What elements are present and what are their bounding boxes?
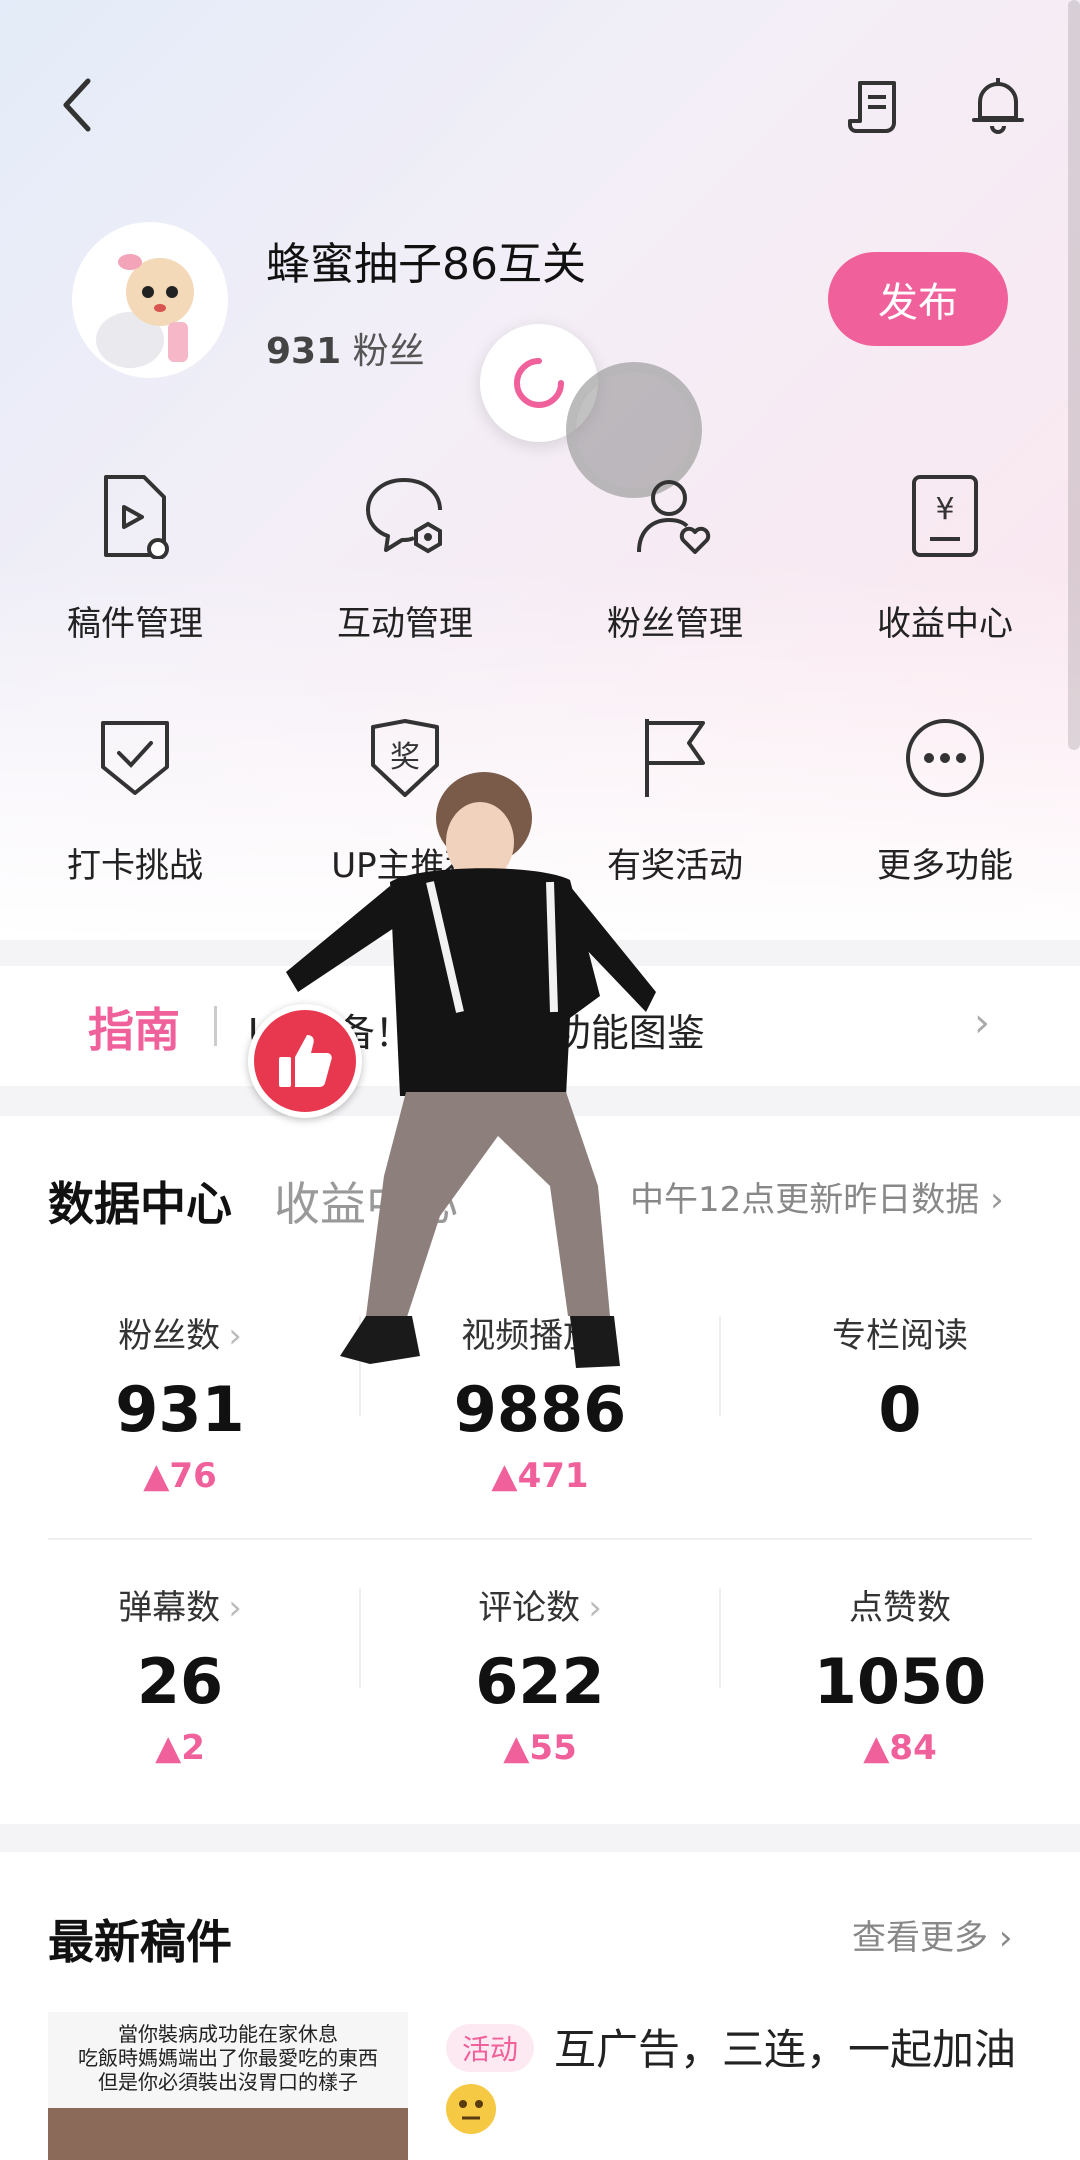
- yen-card-icon: ¥: [810, 470, 1080, 562]
- stat-delta-value: 471: [517, 1456, 589, 1496]
- function-interaction[interactable]: 互动管理: [270, 470, 540, 645]
- stat-label: 弹幕数: [118, 1588, 221, 1628]
- function-fans[interactable]: 粉丝管理: [540, 470, 810, 645]
- more-dots-icon: [810, 712, 1080, 804]
- svg-text:¥: ¥: [935, 492, 954, 527]
- function-income[interactable]: ¥ 收益中心: [810, 470, 1080, 645]
- stat-delta: ▲2: [155, 1728, 205, 1768]
- chevron-right-icon: ›: [588, 1588, 602, 1628]
- view-more-label: 查看更多: [852, 1918, 988, 1958]
- publish-button[interactable]: 发布: [828, 252, 1008, 346]
- guide-tag: 指南: [88, 1003, 180, 1057]
- caption-line: 吃飯時媽媽端出了你最愛吃的東西: [78, 2046, 378, 2070]
- stat-label: 粉丝数: [118, 1316, 221, 1356]
- stat-label: 专栏阅读: [832, 1316, 968, 1356]
- stat-delta-value: 2: [181, 1728, 205, 1768]
- divider: [214, 1006, 217, 1046]
- chevron-right-icon: ›: [998, 1918, 1013, 1958]
- fans-label: 粉丝: [352, 331, 425, 372]
- stat-column-reads: 专栏阅读 0: [720, 1308, 1080, 1446]
- tab-data-center[interactable]: 数据中心: [48, 1168, 232, 1234]
- function-label: 更多功能: [877, 846, 1013, 886]
- stat-value: 0: [878, 1373, 922, 1446]
- function-label: 互动管理: [337, 604, 473, 644]
- caption-line: 但是你必須裝出沒胃口的樣子: [98, 2070, 358, 2094]
- function-checkin[interactable]: 打卡挑战: [0, 712, 270, 887]
- shield-check-icon: [0, 712, 270, 804]
- stat-delta-value: 76: [169, 1456, 217, 1496]
- function-label: 粉丝管理: [607, 604, 743, 644]
- stat-delta: ▲76: [143, 1456, 217, 1496]
- document-list-icon[interactable]: [842, 74, 906, 138]
- latest-posts-title: 最新稿件: [48, 1915, 232, 1969]
- function-label: 稿件管理: [67, 604, 203, 644]
- stat-delta-value: 84: [889, 1728, 937, 1768]
- user-heart-icon: [540, 470, 810, 562]
- stat-value: 1050: [813, 1645, 987, 1718]
- activity-badge: 活动: [446, 2024, 535, 2072]
- latest-posts-card: 最新稿件 查看更多 › 當你裝病成功能在家休息 吃飯時媽媽端出了你最愛吃的東西 …: [0, 1852, 1080, 2160]
- view-more-link[interactable]: 查看更多 ›: [852, 1910, 1012, 1959]
- fans-number: 931: [266, 331, 342, 372]
- function-label: 打卡挑战: [67, 846, 203, 886]
- stat-comments[interactable]: 评论数 › 622 ▲55: [360, 1580, 720, 1768]
- stat-danmaku[interactable]: 弹幕数 › 26 ▲2: [0, 1580, 360, 1768]
- post-thumbnail[interactable]: 當你裝病成功能在家休息 吃飯時媽媽端出了你最愛吃的東西 但是你必須裝出沒胃口的樣…: [48, 2012, 408, 2160]
- thumbnail-caption: 當你裝病成功能在家休息 吃飯時媽媽端出了你最愛吃的東西 但是你必須裝出沒胃口的樣…: [48, 2012, 408, 2094]
- avatar[interactable]: [72, 222, 228, 378]
- stat-value: 622: [475, 1645, 605, 1718]
- chevron-right-icon: ›: [974, 1000, 990, 1046]
- stat-likes: 点赞数 1050 ▲84: [720, 1580, 1080, 1768]
- fans-count[interactable]: 931 粉丝: [266, 322, 425, 374]
- bell-icon[interactable]: [966, 72, 1030, 136]
- stat-value: 26: [136, 1645, 224, 1718]
- caption-line: 當你裝病成功能在家休息: [118, 2022, 338, 2046]
- stat-delta-value: 55: [529, 1728, 577, 1768]
- like-thumb-button[interactable]: [248, 1004, 362, 1118]
- function-manuscript[interactable]: 稿件管理: [0, 470, 270, 645]
- stat-label: 点赞数: [849, 1588, 951, 1628]
- neutral-face-emoji-icon: [446, 2084, 496, 2134]
- video-file-icon: [0, 470, 270, 562]
- chevron-left-icon[interactable]: [48, 70, 108, 140]
- function-label: 收益中心: [877, 604, 1013, 644]
- stat-delta: ▲84: [863, 1728, 937, 1768]
- chat-gear-icon: [270, 470, 540, 562]
- username: 蜂蜜抽子86互关: [266, 239, 586, 290]
- scrollbar[interactable]: [1068, 0, 1080, 750]
- chevron-right-icon: ›: [228, 1316, 242, 1356]
- stat-label: 评论数: [478, 1588, 581, 1628]
- divider: [48, 1538, 1032, 1540]
- thumbnail-photo: [48, 2108, 408, 2160]
- chevron-right-icon: ›: [990, 1180, 1004, 1220]
- thumbs-up-icon: [279, 1035, 332, 1087]
- stat-delta: ▲55: [503, 1728, 577, 1768]
- stat-delta: ▲471: [491, 1456, 589, 1496]
- chevron-right-icon: ›: [228, 1588, 242, 1628]
- function-more[interactable]: 更多功能: [810, 712, 1080, 887]
- post-title[interactable]: 互广告，三连，一起加油: [554, 2016, 1016, 2077]
